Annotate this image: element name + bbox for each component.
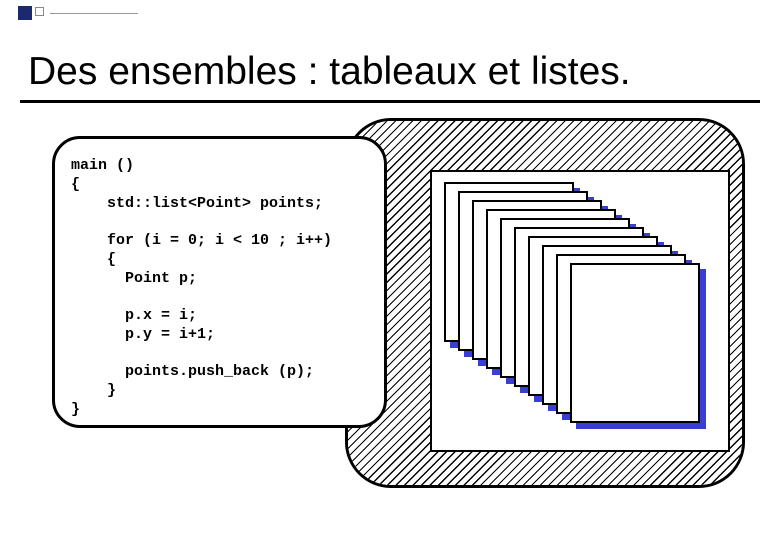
decorative-header — [18, 6, 138, 20]
slide-title: Des ensembles : tableaux et listes. — [28, 50, 631, 94]
code-content: main () { std::list<Point> points; for (… — [71, 157, 372, 420]
bullet-square-outline — [35, 7, 44, 16]
title-underline — [20, 100, 760, 103]
object-stack — [444, 182, 724, 440]
bullet-square-filled — [18, 6, 32, 20]
object-card — [570, 263, 700, 423]
decorative-line — [50, 13, 138, 14]
code-box: main () { std::list<Point> points; for (… — [52, 136, 387, 428]
